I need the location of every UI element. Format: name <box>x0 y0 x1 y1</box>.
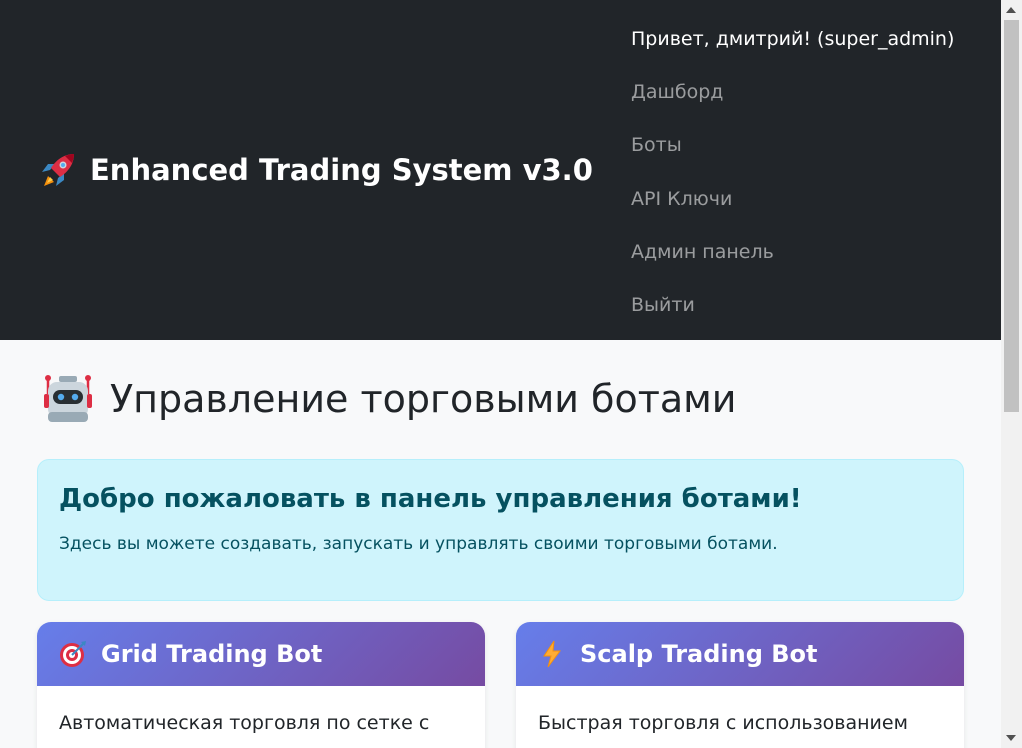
alert-text: Здесь вы можете создавать, запускать и у… <box>59 534 778 554</box>
lightning-icon <box>538 640 566 668</box>
top-navbar: Enhanced Trading System v3.0 Привет, дми… <box>0 0 1001 340</box>
nav-item-logout[interactable]: Выйти <box>631 288 954 341</box>
nav-item-dashboard[interactable]: Дашборд <box>631 75 954 128</box>
welcome-alert: Добро пожаловать в панель управления бот… <box>37 459 964 601</box>
nav-menu: Привет, дмитрий! (super_admin) Дашборд Б… <box>631 22 954 341</box>
grid-bot-card: Grid Trading Bot Автоматическая торговля… <box>37 622 485 748</box>
target-icon <box>59 640 87 668</box>
vertical-scrollbar[interactable] <box>1001 0 1022 748</box>
page-title-text: Управление торговыми ботами <box>110 377 737 421</box>
card-header: Grid Trading Bot <box>37 622 485 686</box>
scalp-bot-card: Scalp Trading Bot Быстрая торговля с исп… <box>516 622 964 748</box>
card-description: Быстрая торговля с использованием <box>538 712 908 734</box>
rocket-icon <box>40 152 76 188</box>
alert-heading: Добро пожаловать в панель управления бот… <box>59 484 802 514</box>
robot-icon <box>44 374 92 424</box>
nav-item-admin-panel[interactable]: Админ панель <box>631 235 954 288</box>
card-title: Scalp Trading Bot <box>580 640 818 668</box>
card-description: Автоматическая торговля по сетке с <box>59 712 430 734</box>
nav-item-bots[interactable]: Боты <box>631 128 954 181</box>
card-header: Scalp Trading Bot <box>516 622 964 686</box>
scrollbar-thumb[interactable] <box>1004 20 1019 412</box>
page-title: Управление торговыми ботами <box>44 374 737 424</box>
scroll-down-icon[interactable] <box>1006 735 1016 741</box>
user-greeting: Привет, дмитрий! (super_admin) <box>631 28 955 50</box>
scroll-up-icon[interactable] <box>1006 7 1016 13</box>
brand-title: Enhanced Trading System v3.0 <box>90 153 593 187</box>
card-title: Grid Trading Bot <box>101 640 323 668</box>
page: Enhanced Trading System v3.0 Привет, дми… <box>0 0 1022 748</box>
nav-item-api-keys[interactable]: API Ключи <box>631 182 954 235</box>
brand-link[interactable]: Enhanced Trading System v3.0 <box>40 152 593 188</box>
